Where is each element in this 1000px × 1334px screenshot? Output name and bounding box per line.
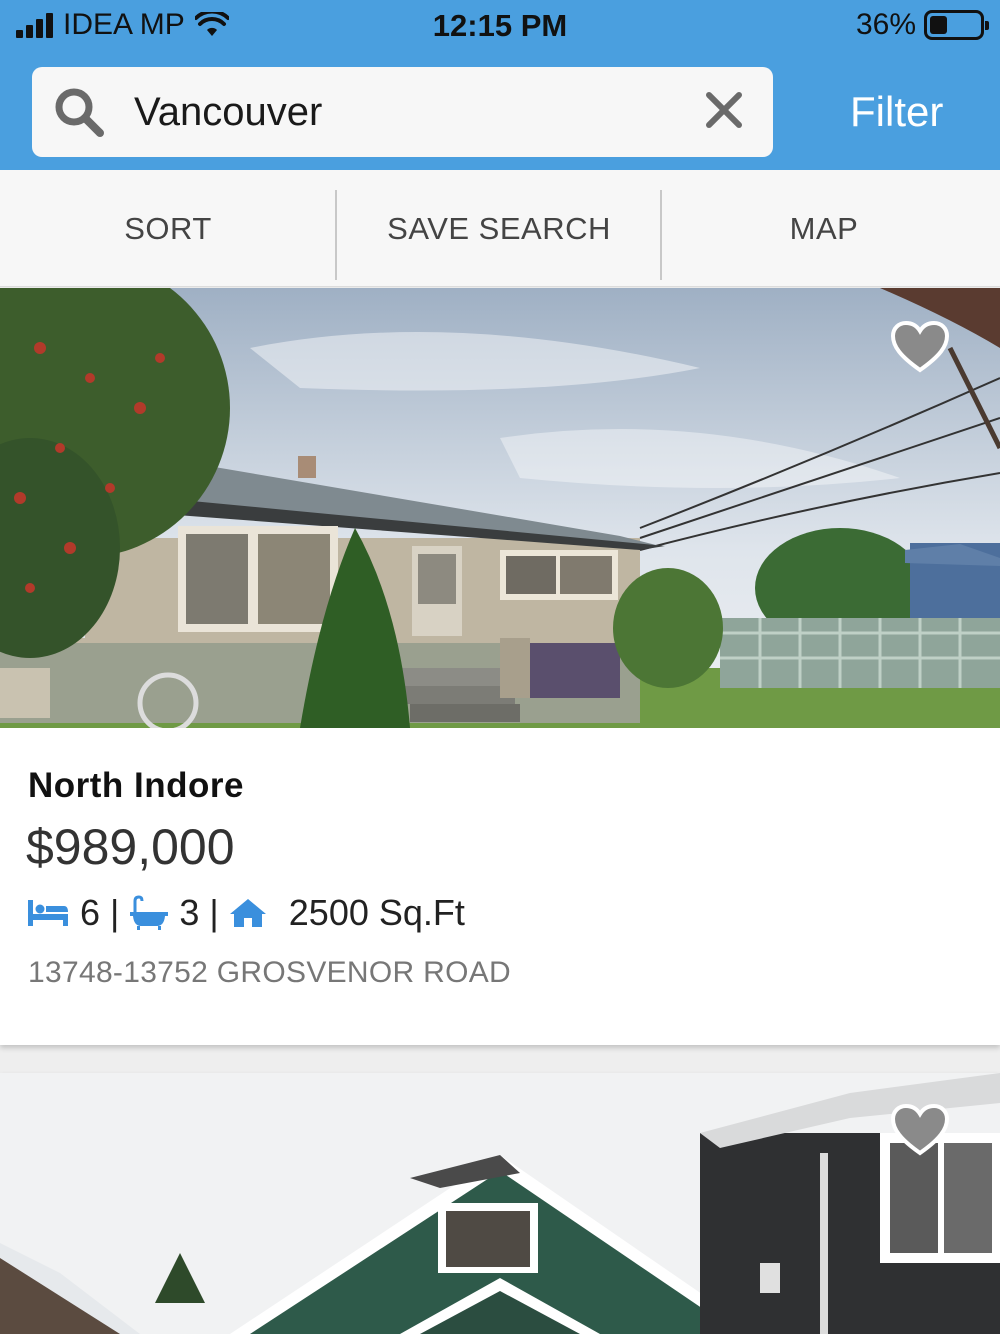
sort-button[interactable]: SORT [0, 170, 336, 287]
listing-photo[interactable] [0, 288, 1000, 728]
bath-count: 3 [179, 892, 200, 933]
listing-price: $989,000 [26, 819, 235, 875]
area-value: 2500 Sq.Ft [288, 892, 465, 933]
battery-icon [924, 10, 989, 40]
house-photo [0, 288, 1000, 728]
listing-name: North Indore [28, 766, 244, 805]
bed-icon [28, 900, 68, 926]
save-search-button[interactable]: SAVE SEARCH [337, 170, 661, 287]
app-header: IDEA MP 12:15 PM 36% Vancouver Filter [0, 0, 1000, 170]
listing-address: 13748-13752 GROSVENOR ROAD [28, 956, 512, 989]
house-photo [0, 1073, 1000, 1334]
listing-card[interactable] [0, 1073, 1000, 1334]
home-icon [229, 899, 266, 927]
favorite-heart-icon[interactable] [890, 1103, 950, 1157]
clear-search-icon[interactable] [705, 91, 743, 129]
favorite-heart-icon[interactable] [890, 320, 950, 374]
map-button[interactable]: MAP [662, 170, 986, 287]
status-bar: IDEA MP 12:15 PM 36% [0, 0, 1000, 56]
stat-separator: | [209, 892, 219, 933]
listing-stats: 6 | 3 | 2500 Sq.Ft [26, 892, 465, 934]
bathtub-icon [130, 895, 169, 930]
search-value[interactable]: Vancouver [134, 90, 322, 135]
listing-info: North Indore $989,000 6 | 3 | 2500 Sq.Ft… [0, 728, 1000, 1045]
search-icon [55, 88, 104, 137]
listing-card[interactable]: North Indore $989,000 6 | 3 | 2500 Sq.Ft… [0, 288, 1000, 1045]
action-tab-bar: SORT SAVE SEARCH MAP [0, 170, 1000, 287]
bed-count: 6 [80, 892, 101, 933]
stat-separator: | [110, 892, 120, 933]
clock: 12:15 PM [432, 8, 568, 43]
search-input[interactable]: Vancouver [32, 67, 773, 157]
listing-photo[interactable] [0, 1073, 1000, 1334]
battery-percent: 36% [855, 8, 916, 41]
filter-button[interactable]: Filter [850, 88, 943, 136]
battery-level [930, 16, 948, 34]
